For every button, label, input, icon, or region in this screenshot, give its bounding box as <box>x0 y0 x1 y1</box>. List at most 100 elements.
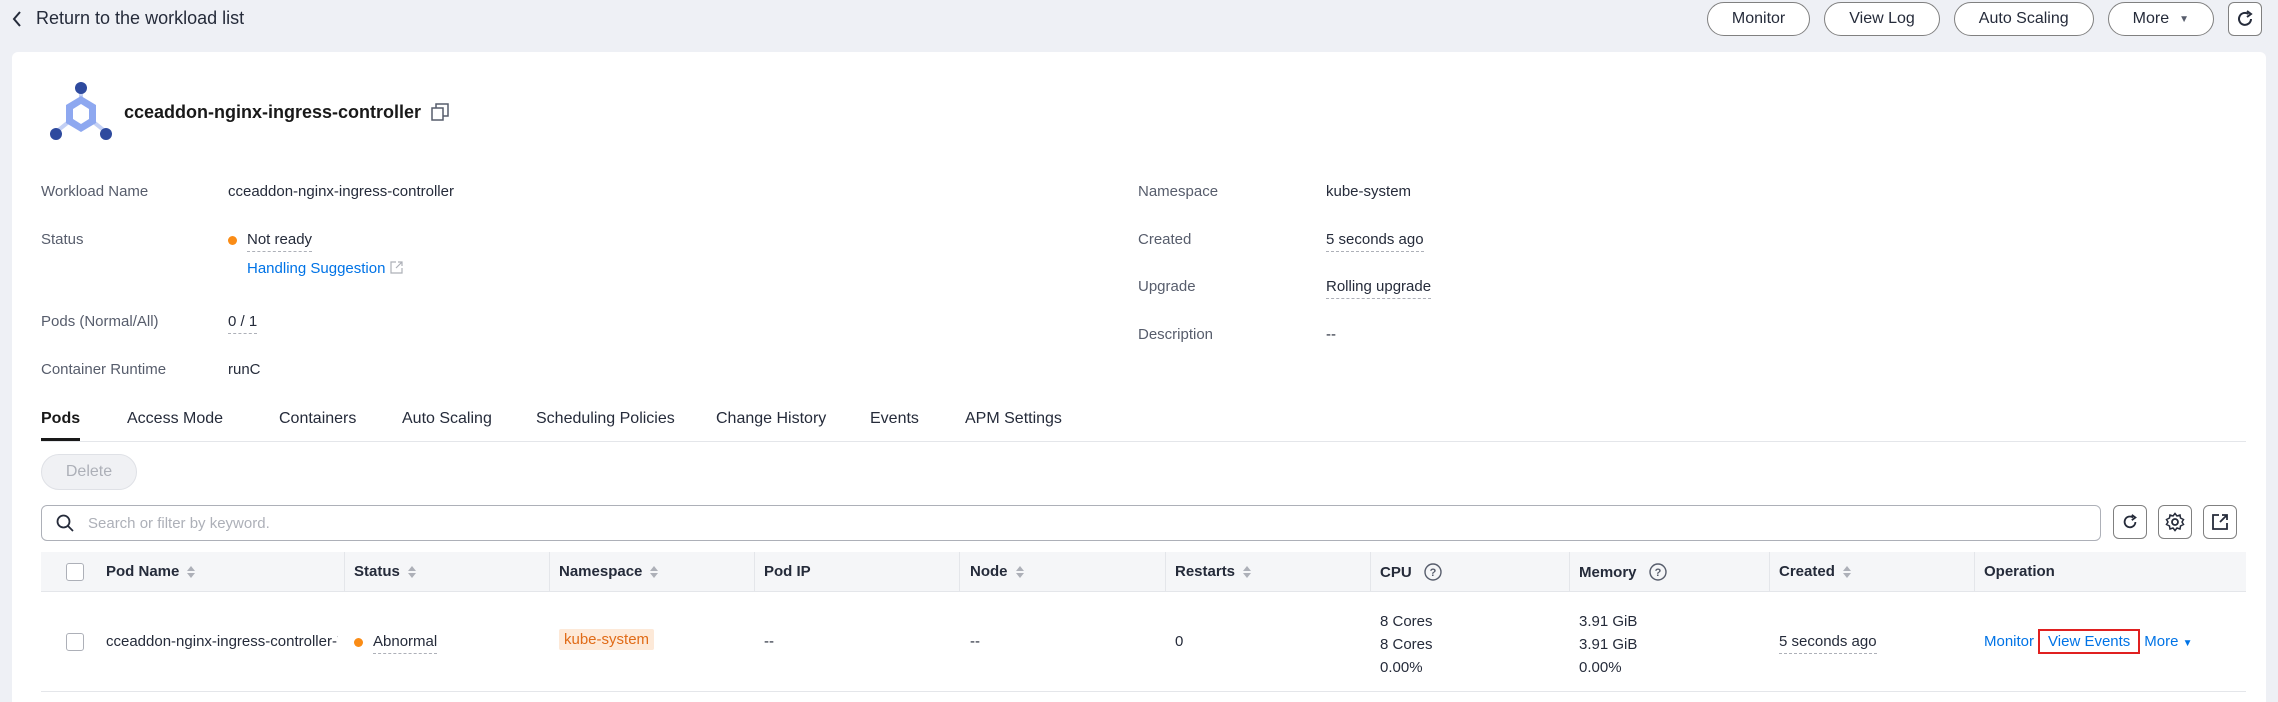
caret-down-icon: ▼ <box>2182 638 2193 649</box>
runtime-value: runC <box>228 361 261 378</box>
delete-button[interactable]: Delete <box>41 454 137 490</box>
pod-ip-cell: -- <box>764 633 774 650</box>
col-cpu: CPU? <box>1380 563 1442 581</box>
export-button[interactable] <box>2203 505 2237 539</box>
chevron-left-icon <box>12 10 21 27</box>
row-checkbox[interactable] <box>66 633 84 651</box>
pods-value: 0 / 1 <box>228 313 258 334</box>
description-value: -- <box>1326 326 1336 343</box>
col-pod-ip: Pod IP <box>764 563 811 580</box>
namespace-label: Namespace <box>1138 183 1219 200</box>
status-label: Status <box>41 231 84 248</box>
memory-usage: 0.00% <box>1579 659 1622 676</box>
pod-name-cell[interactable]: cceaddon-nginx-ingress-controller-7 <box>106 633 338 650</box>
runtime-label: Container Runtime <box>41 361 167 378</box>
upgrade-value: Rolling upgrade <box>1326 278 1432 299</box>
cpu-request: 8 Cores <box>1380 613 1433 630</box>
caret-down-icon: ▼ <box>2179 13 2189 25</box>
row-more-link[interactable]: More ▼ <box>2144 633 2192 650</box>
refresh-icon <box>2123 514 2137 529</box>
col-status[interactable]: Status <box>354 563 416 580</box>
col-created[interactable]: Created <box>1779 563 1851 580</box>
workload-name-label: Workload Name <box>41 183 149 200</box>
col-operation: Operation <box>1984 563 2055 580</box>
tab-pods[interactable]: Pods <box>41 410 81 441</box>
sort-icon <box>1243 565 1252 578</box>
status-value: Not ready <box>228 231 313 252</box>
pod-created-cell: 5 seconds ago <box>1779 633 1877 654</box>
pod-status-cell: Abnormal <box>354 633 438 654</box>
pod-node-cell: -- <box>970 633 980 650</box>
tab-scheduling-policies[interactable]: Scheduling Policies <box>536 410 675 428</box>
auto-scaling-button[interactable]: Auto Scaling <box>1953 2 2094 36</box>
tab-bar: Pods Access Mode Containers Auto Scaling… <box>41 410 2246 442</box>
created-label: Created <box>1138 231 1192 248</box>
monitor-button[interactable]: Monitor <box>1706 2 1811 36</box>
select-all-checkbox[interactable] <box>66 563 84 581</box>
detail-panel: cceaddon-nginx-ingress-controller Worklo… <box>12 52 2266 702</box>
cpu-limit: 8 Cores <box>1380 636 1433 653</box>
col-namespace[interactable]: Namespace <box>559 563 659 580</box>
pod-restarts-cell: 0 <box>1175 633 1184 650</box>
col-restarts[interactable]: Restarts <box>1175 563 1252 580</box>
tab-change-history[interactable]: Change History <box>716 410 826 428</box>
search-placeholder: Search or filter by keyword. <box>88 514 270 532</box>
sort-icon <box>187 565 196 578</box>
table-header: Pod Name Status Namespace Pod IP Node Re… <box>41 552 2246 592</box>
tab-containers[interactable]: Containers <box>279 410 356 428</box>
workload-logo-icon <box>50 82 112 140</box>
top-bar: Return to the workload list Monitor View… <box>0 0 2278 40</box>
view-log-button[interactable]: View Log <box>1824 2 1940 36</box>
workload-header: cceaddon-nginx-ingress-controller <box>48 82 449 142</box>
export-icon <box>2212 514 2228 530</box>
back-label: Return to the workload list <box>36 8 245 28</box>
search-input[interactable]: Search or filter by keyword. <box>41 505 2101 541</box>
refresh-icon <box>2238 10 2253 26</box>
sort-icon <box>1842 565 1851 578</box>
description-label: Description <box>1138 326 1214 343</box>
back-link[interactable]: Return to the workload list <box>12 8 244 29</box>
status-dot-icon <box>354 637 363 647</box>
sort-icon <box>650 565 659 578</box>
col-pod-name[interactable]: Pod Name <box>106 563 196 580</box>
tab-auto-scaling[interactable]: Auto Scaling <box>402 410 492 428</box>
svg-text:?: ? <box>1654 567 1661 579</box>
external-link-icon <box>390 261 403 274</box>
table-refresh-button[interactable] <box>2113 505 2147 539</box>
copy-icon[interactable] <box>431 103 449 121</box>
monitor-link[interactable]: Monitor <box>1984 633 2034 650</box>
tab-access-mode[interactable]: Access Mode <box>127 410 223 428</box>
refresh-button[interactable] <box>2228 2 2262 36</box>
table-row: cceaddon-nginx-ingress-controller-7 Abno… <box>41 592 2246 692</box>
col-node[interactable]: Node <box>970 563 1024 580</box>
pod-status-text: Abnormal <box>373 633 438 654</box>
col-memory: Memory? <box>1579 563 1667 581</box>
memory-limit: 3.91 GiB <box>1579 636 1638 653</box>
status-dot-icon <box>228 235 237 245</box>
created-value: 5 seconds ago <box>1326 231 1424 252</box>
help-icon[interactable]: ? <box>1423 563 1442 581</box>
help-icon[interactable]: ? <box>1648 563 1667 581</box>
namespace-tag: kube-system <box>559 629 655 650</box>
handling-suggestion-label: Handling Suggestion <box>247 260 386 277</box>
more-label: More <box>2132 10 2170 27</box>
tab-events[interactable]: Events <box>870 410 919 428</box>
sort-icon <box>407 565 416 578</box>
upgrade-label: Upgrade <box>1138 278 1196 295</box>
page-title: cceaddon-nginx-ingress-controller <box>124 101 422 122</box>
table-settings-button[interactable] <box>2158 505 2192 539</box>
status-text: Not ready <box>247 231 313 252</box>
pod-cpu-cell: 8 Cores 8 Cores 0.00% <box>1380 610 1433 679</box>
view-events-link[interactable]: View Events <box>2038 629 2141 654</box>
svg-text:?: ? <box>1429 567 1436 579</box>
pod-memory-cell: 3.91 GiB 3.91 GiB 0.00% <box>1579 610 1637 679</box>
gear-icon <box>2165 512 2185 532</box>
tab-apm-settings[interactable]: APM Settings <box>965 410 1062 428</box>
cpu-usage: 0.00% <box>1380 659 1423 676</box>
namespace-value: kube-system <box>1326 183 1412 200</box>
handling-suggestion-link[interactable]: Handling Suggestion <box>247 260 403 277</box>
more-button[interactable]: More ▼ <box>2107 2 2214 36</box>
workload-name-value: cceaddon-nginx-ingress-controller <box>228 183 454 200</box>
pod-operation-cell: Monitor View Events More ▼ <box>1984 629 2193 654</box>
pod-namespace-cell: kube-system <box>559 629 655 650</box>
